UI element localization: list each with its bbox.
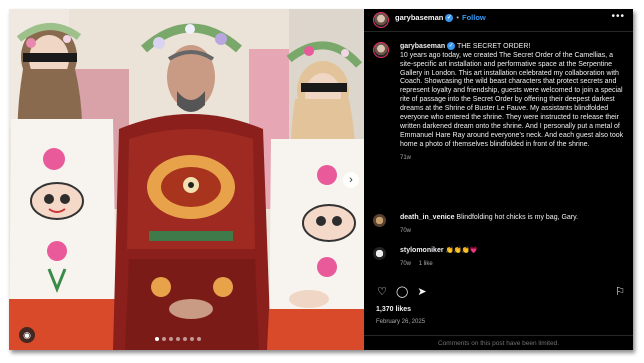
post-side-panel: garybaseman ✓ • Follow ••• garybaseman ✓ THE… bbox=[364, 9, 633, 350]
caption-age: 71w bbox=[400, 154, 412, 161]
caption-title: THE SECRET ORDER! bbox=[456, 42, 531, 50]
post-date: February 26, 2025 bbox=[376, 319, 426, 325]
carousel-dot bbox=[176, 337, 180, 341]
avatar[interactable] bbox=[373, 12, 389, 28]
carousel-dot bbox=[197, 337, 201, 341]
comment-item: stylomoniker 👏👏👏💗 70w 1 like bbox=[400, 247, 626, 268]
caption-text: 10 years ago today, we created The Secre… bbox=[400, 51, 624, 148]
verified-badge-icon: ✓ bbox=[447, 42, 456, 50]
caption-avatar[interactable] bbox=[373, 42, 389, 58]
comment-age: 70w bbox=[400, 227, 412, 234]
comment-icon[interactable]: ◯ bbox=[396, 286, 408, 298]
save-icon[interactable]: ⚐ bbox=[614, 286, 626, 298]
comment-likes[interactable]: 1 like bbox=[419, 261, 433, 267]
user-tag-icon[interactable]: ◉ bbox=[19, 327, 35, 343]
comment-avatar[interactable] bbox=[373, 247, 386, 260]
separator-dot: • bbox=[456, 13, 459, 22]
share-icon[interactable]: ➤ bbox=[416, 286, 428, 298]
carousel-dot bbox=[162, 337, 166, 341]
header-username-row: garybaseman ✓ • Follow bbox=[395, 13, 486, 23]
caption-username[interactable]: garybaseman bbox=[400, 43, 445, 50]
carousel-dot bbox=[155, 337, 159, 341]
comment-text: 👏👏👏💗 bbox=[445, 247, 478, 254]
post-caption: garybaseman ✓ THE SECRET ORDER! 10 years … bbox=[400, 42, 626, 163]
comment-avatar[interactable] bbox=[373, 214, 386, 227]
heart-icon[interactable]: ♡ bbox=[376, 286, 388, 298]
photo-illustration bbox=[9, 9, 364, 350]
post-photo[interactable]: › ◉ bbox=[9, 9, 364, 350]
comments-limited-notice: Comments on this post have been limited. bbox=[364, 335, 633, 350]
comment-age: 70w bbox=[400, 260, 412, 267]
follow-button[interactable]: Follow bbox=[462, 13, 486, 22]
likes-count[interactable]: 1,370 likes bbox=[376, 306, 411, 313]
more-options-icon[interactable]: ••• bbox=[611, 11, 625, 22]
header-username[interactable]: garybaseman bbox=[395, 13, 443, 22]
comment-meta: 70w 1 like bbox=[400, 260, 626, 269]
verified-badge-icon: ✓ bbox=[445, 14, 454, 23]
post-header: garybaseman ✓ • Follow ••• bbox=[364, 9, 633, 32]
comment-item: death_in_venice Blindfolding hot chicks … bbox=[400, 214, 626, 235]
comment-text: Blindfolding hot chicks is my bag, Gary. bbox=[456, 214, 579, 221]
comments-area: garybaseman ✓ THE SECRET ORDER! 10 years … bbox=[364, 39, 633, 314]
carousel-dot bbox=[190, 337, 194, 341]
instagram-post-card: › ◉ garybaseman ✓ • Follow ••• garybasem… bbox=[9, 9, 633, 350]
comment-username[interactable]: stylomoniker bbox=[400, 247, 444, 254]
comment-username[interactable]: death_in_venice bbox=[400, 214, 454, 221]
post-actions: ♡ ◯ ➤ ⚐ bbox=[376, 286, 626, 300]
carousel-dot bbox=[183, 337, 187, 341]
carousel-next-icon[interactable]: › bbox=[343, 172, 359, 188]
screenshot-frame: › ◉ garybaseman ✓ • Follow ••• garybasem… bbox=[0, 0, 644, 363]
carousel-dot bbox=[169, 337, 173, 341]
carousel-dots bbox=[155, 337, 201, 341]
